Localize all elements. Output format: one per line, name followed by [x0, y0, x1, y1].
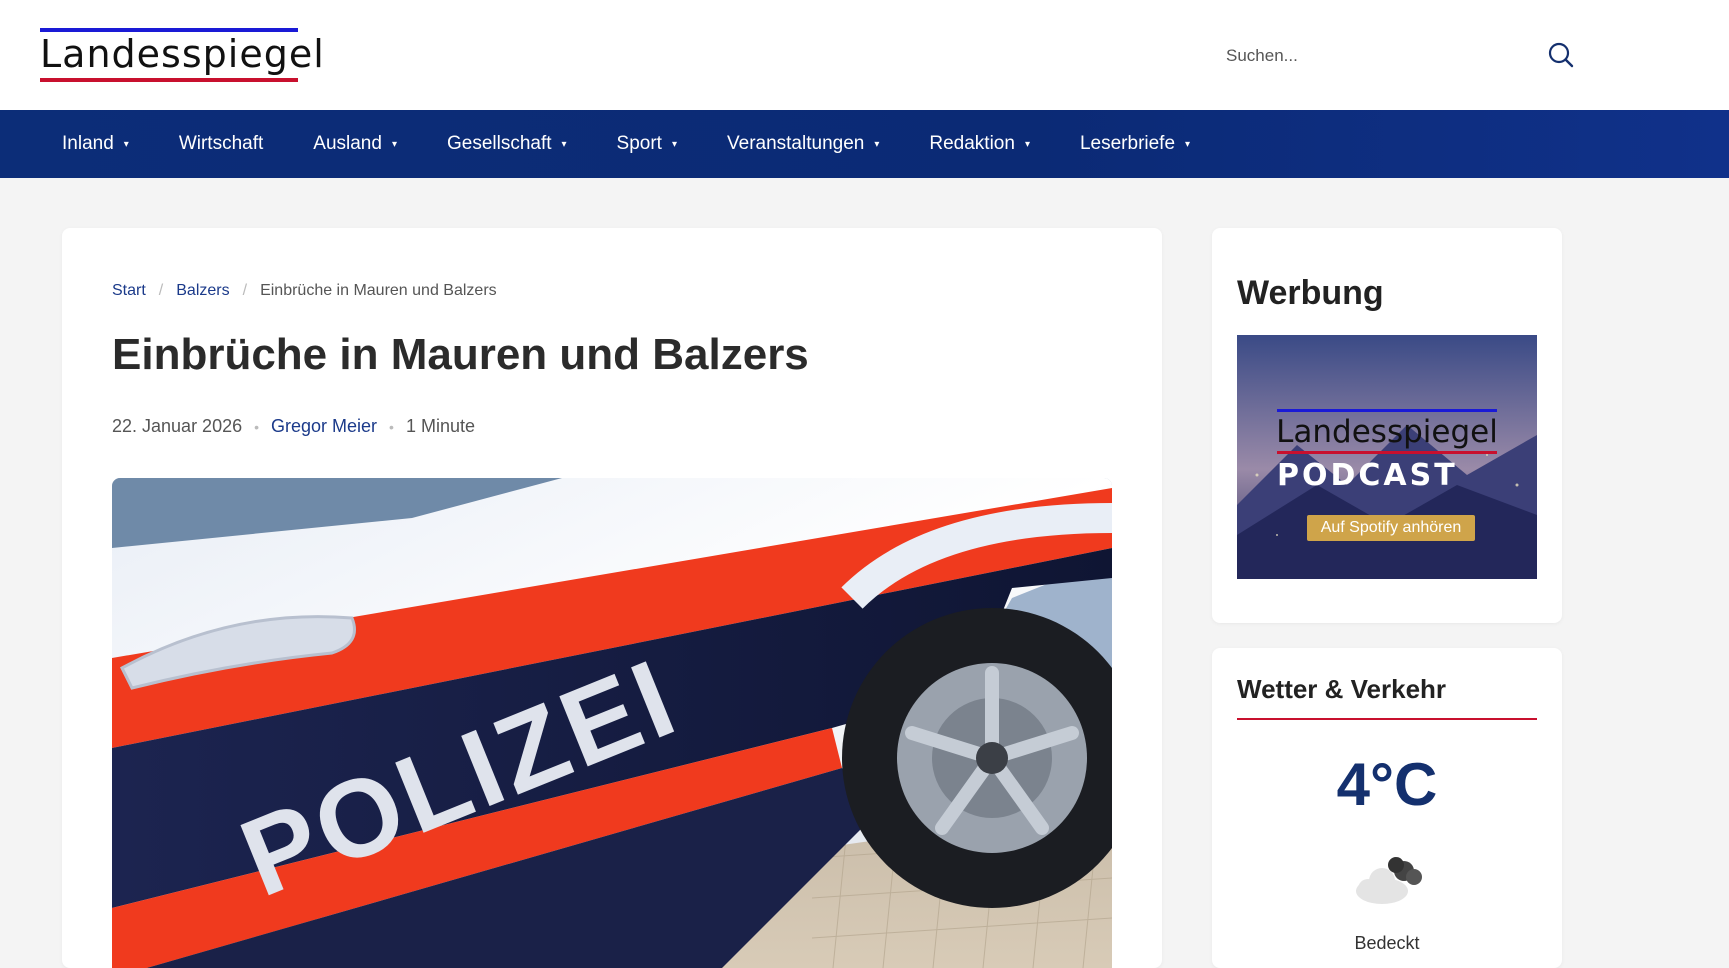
- logo-bottom-bar: [40, 78, 298, 82]
- podcast-ad-banner[interactable]: Landesspiegel PODCAST Auf Spotify anhöre…: [1237, 335, 1537, 579]
- breadcrumb-separator: /: [158, 282, 164, 299]
- article-reading-time: 1 Minute: [405, 416, 475, 436]
- heading-underline: [1237, 718, 1537, 720]
- logo-text: Landesspiegel: [40, 32, 325, 76]
- temperature-value: 4°C: [1336, 751, 1438, 818]
- breadcrumb: Start / Balzers / Einbrüche in Mauren und Ba…: [112, 282, 497, 300]
- nav-item-label: Leserbriefe: [1079, 133, 1176, 154]
- nav-item-label: Wirtschaft: [178, 133, 264, 154]
- spotify-cta-button[interactable]: Auf Spotify anhören: [1307, 515, 1475, 541]
- chevron-down-icon: ▾: [874, 138, 880, 150]
- nav-item-leserbriefe[interactable]: Leserbriefe ▾: [1080, 110, 1190, 178]
- site-header: Landesspiegel: [0, 0, 1729, 110]
- chevron-down-icon: ▾: [1024, 138, 1030, 150]
- breadcrumb-separator: /: [242, 282, 248, 299]
- chevron-down-icon: ▾: [1185, 138, 1191, 150]
- breadcrumb-category-link[interactable]: Balzers: [176, 282, 229, 299]
- ad-heading: Werbung: [1237, 274, 1384, 312]
- nav-item-label: Veranstaltungen: [727, 133, 865, 154]
- site-logo[interactable]: Landesspiegel: [40, 28, 325, 84]
- article-meta: 22. Januar 2026 • Gregor Meier • 1 Minute: [112, 416, 475, 437]
- weather-description: Bedeckt: [1354, 933, 1420, 953]
- article-hero-image: POLIZEI: [112, 478, 1112, 968]
- article-title: Einbrüche in Mauren und Balzers: [112, 330, 809, 379]
- nav-item-label: Ausland: [313, 133, 382, 154]
- search-icon: [1548, 42, 1574, 68]
- nav-item-inland[interactable]: Inland ▾: [62, 110, 129, 178]
- nav-item-label: Sport: [616, 133, 662, 154]
- nav-item-gesellschaft[interactable]: Gesellschaft ▾: [447, 110, 567, 178]
- chevron-down-icon: ▾: [671, 138, 677, 150]
- search-button[interactable]: [1546, 40, 1576, 70]
- main-nav: Inland ▾ Wirtschaft Ausland ▾ Gesellschaft…: [0, 110, 1729, 178]
- search-form: [1224, 36, 1576, 76]
- nav-item-sport[interactable]: Sport ▾: [617, 110, 677, 178]
- ad-logo-text: Landesspiegel: [1276, 414, 1498, 450]
- chevron-down-icon: ▾: [561, 138, 567, 150]
- article-date: 22. Januar 2026: [112, 416, 243, 436]
- breadcrumb-current: Einbrüche in Mauren und Balzers: [260, 282, 497, 299]
- article-author-link[interactable]: Gregor Meier: [271, 416, 377, 436]
- meta-separator: •: [389, 419, 394, 435]
- nav-item-wirtschaft[interactable]: Wirtschaft: [179, 110, 263, 178]
- breadcrumb-home-link[interactable]: Start: [112, 282, 146, 299]
- meta-separator: •: [254, 419, 260, 435]
- nav-item-label: Gesellschaft: [446, 133, 552, 154]
- police-car-image: POLIZEI: [112, 478, 1112, 968]
- weather-heading: Wetter & Verkehr: [1237, 674, 1447, 704]
- ad-background: [1237, 335, 1537, 579]
- nav-item-redaktion[interactable]: Redaktion ▾: [929, 110, 1030, 178]
- ad-podcast-title: PODCAST: [1277, 458, 1458, 493]
- nav-item-ausland[interactable]: Ausland ▾: [313, 110, 397, 178]
- nav-item-veranstaltungen[interactable]: Veranstaltungen ▾: [727, 110, 879, 178]
- weather-widget: Wetter & Verkehr 4°C Bedeckt: [1212, 648, 1562, 968]
- article-card: Start / Balzers / Einbrüche in Mauren und Ba…: [62, 228, 1162, 968]
- chevron-down-icon: ▾: [123, 138, 129, 150]
- chevron-down-icon: ▾: [391, 138, 397, 150]
- ad-widget: Werbung Landesspiegel PODCAST Auf Spotif…: [1212, 228, 1562, 623]
- nav-item-label: Redaktion: [929, 133, 1015, 154]
- cloud-icon: [1356, 857, 1422, 904]
- nav-item-label: Inland: [62, 133, 114, 154]
- search-input[interactable]: [1224, 36, 1528, 76]
